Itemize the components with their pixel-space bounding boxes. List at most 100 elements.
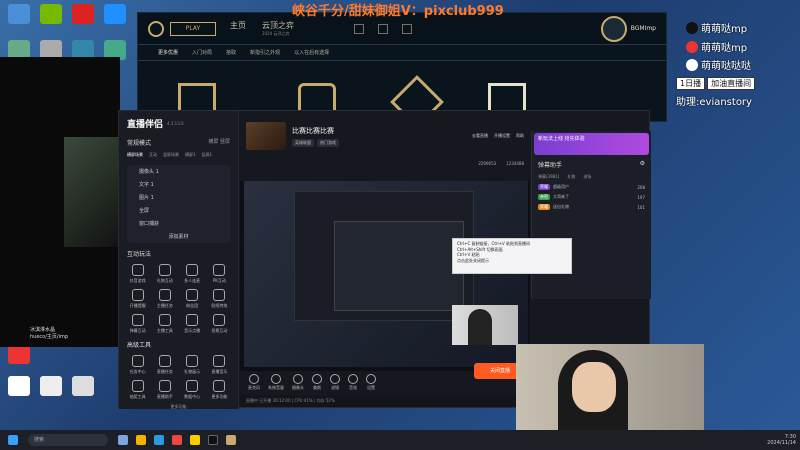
desktop-icon[interactable]: [68, 376, 98, 398]
desktop-icon[interactable]: [4, 376, 34, 398]
promo-banner[interactable]: 新玩法上线 抢先体验: [534, 133, 649, 155]
subnav-item[interactable]: 以入在后有选择: [294, 49, 329, 56]
source-item[interactable]: 全屏: [127, 204, 230, 217]
desktop-icon[interactable]: [36, 376, 66, 398]
scene-tab[interactable]: 竖屏场景: [163, 152, 179, 158]
advanced-tool[interactable]: 直播音乐: [207, 355, 232, 375]
tool-label: 主播工具: [156, 328, 173, 333]
source-item[interactable]: 图片 1: [127, 191, 230, 204]
shop-icon[interactable]: [354, 23, 364, 34]
stream-tag[interactable]: 英雄联盟: [292, 138, 314, 147]
stream-cover[interactable]: [246, 122, 286, 150]
interact-tool[interactable]: 抖音游戏: [125, 264, 150, 284]
clock-date: 2024/11/14: [767, 440, 796, 446]
interact-tool[interactable]: 礼物互动: [152, 264, 177, 284]
effect-icon: [348, 373, 358, 384]
tool-icon: [158, 289, 171, 301]
helper-text: 助理:evianstory: [676, 97, 752, 108]
source-item[interactable]: 文字 1: [127, 178, 230, 191]
camera-control[interactable]: 摄像头: [292, 373, 304, 391]
subnav-item[interactable]: 入门对局: [192, 49, 212, 56]
interact-tool[interactable]: 弹幕互动: [125, 314, 150, 334]
header-action[interactable]: 帮助: [516, 133, 524, 139]
streamer-face: [572, 362, 616, 412]
search-input[interactable]: 搜索: [28, 434, 108, 446]
scene-tab[interactable]: 横屏1: [185, 152, 196, 158]
mode-select[interactable]: 常规模式: [127, 138, 151, 147]
danmu-title: 弹幕助手: [538, 162, 563, 169]
nav-tft[interactable]: 云顶之弈 2024 云顶之弈: [262, 20, 294, 37]
desktop-icon[interactable]: [68, 4, 98, 26]
loot-icon[interactable]: [402, 23, 412, 34]
filter-control[interactable]: 滤镜: [330, 373, 340, 391]
interact-tool[interactable]: PK互动: [207, 264, 232, 284]
advanced-tool[interactable]: 礼物展示: [180, 355, 205, 375]
tool-label: 多人连麦: [184, 278, 201, 283]
subnav-item[interactable]: 拾取: [226, 49, 236, 56]
control-label: 美颜: [313, 384, 321, 390]
clock[interactable]: 7:30 2024/11/14: [767, 434, 796, 446]
league-icon[interactable]: [226, 435, 236, 445]
advanced-tool[interactable]: 任务中心: [125, 355, 150, 375]
interact-tool[interactable]: 投票互动: [207, 314, 232, 334]
subnav-item[interactable]: 新指引之外观: [250, 49, 280, 56]
effect-control[interactable]: 音效: [348, 373, 358, 391]
desktop-icon[interactable]: [4, 4, 34, 26]
advanced-tool[interactable]: 抽奖工具: [125, 380, 150, 400]
league-profile[interactable]: BGMImp: [600, 15, 656, 42]
taskbar-app-icon[interactable]: [118, 435, 128, 445]
interact-tool[interactable]: 主播任务: [152, 289, 177, 309]
tool-icon: [186, 289, 199, 301]
settings-icon[interactable]: ⚙: [640, 160, 645, 169]
danmu-tab[interactable]: 弹幕(3981): [538, 174, 559, 180]
add-source-button[interactable]: 添加素材: [127, 230, 230, 243]
scene-tab[interactable]: 互动: [149, 152, 157, 158]
interact-tool[interactable]: 主播工具: [152, 314, 177, 334]
desktop-icon[interactable]: [4, 344, 34, 366]
interact-tool[interactable]: 贴纸特效: [207, 289, 232, 309]
interact-title: 互动玩法: [127, 251, 152, 258]
taskbar-app-icon[interactable]: [208, 435, 218, 445]
beauty-control[interactable]: 美颜: [312, 373, 322, 391]
scene-tab[interactable]: 竖屏1: [202, 152, 213, 158]
advanced-tool[interactable]: 数据中心: [180, 380, 205, 400]
header-action[interactable]: 去看直播: [472, 133, 488, 139]
folder-icon[interactable]: [136, 435, 146, 445]
interact-tool[interactable]: 开播提醒: [125, 289, 150, 309]
league-logo-icon: [148, 20, 164, 37]
desktop-icon[interactable]: [36, 4, 66, 26]
tool-label: 粉丝团: [186, 303, 199, 308]
stream-title[interactable]: 比赛比赛比赛: [292, 126, 339, 136]
danmu-tab[interactable]: 礼物: [567, 174, 575, 180]
header-action[interactable]: 开播设置: [494, 133, 510, 139]
landscape-toggle[interactable]: 横屏: [208, 139, 218, 145]
mic-control[interactable]: 麦克风: [248, 373, 260, 391]
taskbar-app-icon[interactable]: [172, 435, 182, 445]
interact-tool[interactable]: 粉丝团: [180, 289, 205, 309]
chrome-icon[interactable]: [190, 435, 200, 445]
more-button[interactable]: 更多功能: [119, 404, 238, 410]
portrait-toggle[interactable]: 竖屏: [220, 139, 230, 145]
tool-icon: [131, 355, 144, 367]
start-icon[interactable]: [8, 435, 18, 445]
subnav-item[interactable]: 更多优惠: [158, 49, 178, 56]
desktop-icon[interactable]: [100, 4, 130, 26]
edge-icon[interactable]: [154, 435, 164, 445]
scene-tab[interactable]: 横屏场景: [127, 152, 143, 158]
advanced-tool[interactable]: 更多功能: [207, 380, 232, 400]
advanced-tool[interactable]: 直播任务: [152, 355, 177, 375]
control-label: 音效: [349, 384, 357, 390]
nav-home[interactable]: 主页: [230, 20, 246, 37]
source-item[interactable]: 摄像头 1: [127, 165, 230, 178]
interact-tool[interactable]: 音乐点播: [180, 314, 205, 334]
settings-control[interactable]: 设置: [366, 373, 376, 391]
volume-control[interactable]: 系统音量: [268, 373, 284, 391]
collection-icon[interactable]: [378, 23, 388, 34]
advanced-tool[interactable]: 直播助手: [152, 380, 177, 400]
tooltip-line[interactable]: 点击此处关闭提示: [457, 258, 567, 264]
source-item[interactable]: 窗口捕获: [127, 217, 230, 230]
stream-tag[interactable]: 热门游戏: [317, 138, 339, 147]
interact-tool[interactable]: 多人连麦: [180, 264, 205, 284]
danmu-tab[interactable]: 进场: [583, 174, 591, 180]
play-button[interactable]: PLAY: [170, 21, 216, 36]
